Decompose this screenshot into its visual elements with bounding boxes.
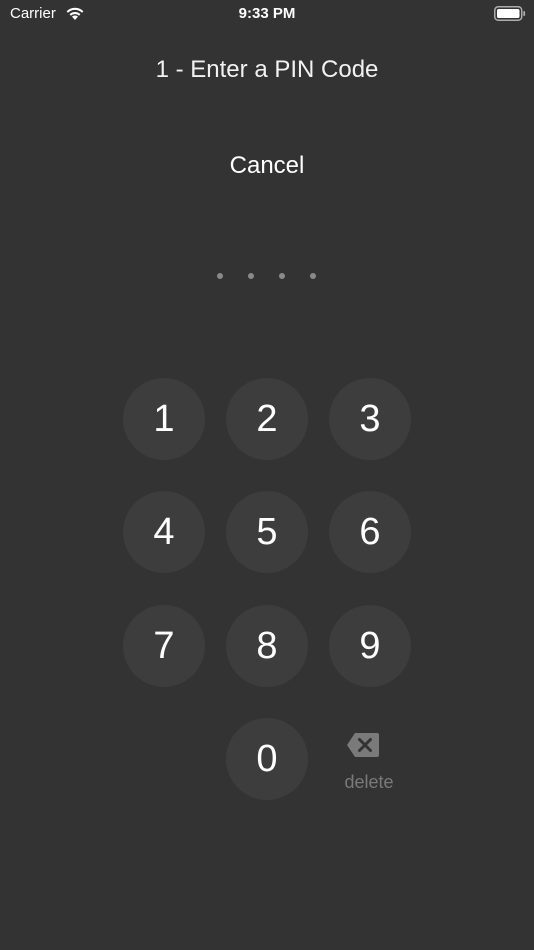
- key-6[interactable]: 6: [329, 491, 411, 573]
- key-3[interactable]: 3: [329, 378, 411, 460]
- battery-icon: [494, 6, 526, 21]
- key-label: 2: [256, 398, 278, 440]
- status-time: 9:33 PM: [238, 5, 296, 22]
- key-4[interactable]: 4: [123, 491, 205, 573]
- pin-dot: [248, 273, 254, 279]
- key-label: 5: [256, 511, 278, 553]
- key-0[interactable]: 0: [226, 718, 308, 800]
- key-8[interactable]: 8: [226, 605, 308, 687]
- key-label: 0: [256, 738, 278, 780]
- key-7[interactable]: 7: [123, 605, 205, 687]
- backspace-icon: [347, 733, 379, 757]
- status-bar: Carrier 9:33 PM: [0, 0, 534, 28]
- key-label: 4: [153, 511, 175, 553]
- delete-label: delete: [344, 772, 394, 792]
- pin-dot: [217, 273, 223, 279]
- cancel-button[interactable]: Cancel: [217, 152, 317, 180]
- key-label: 9: [359, 625, 381, 667]
- page-title: 1 - Enter a PIN Code: [155, 56, 379, 83]
- delete-button[interactable]: delete: [328, 720, 410, 802]
- pin-indicator: [0, 273, 534, 283]
- key-label: 1: [153, 398, 175, 440]
- pin-dot: [310, 273, 316, 279]
- key-9[interactable]: 9: [329, 605, 411, 687]
- key-2[interactable]: 2: [226, 378, 308, 460]
- key-label: 6: [359, 511, 381, 553]
- key-label: 8: [256, 625, 278, 667]
- key-label: 3: [359, 398, 381, 440]
- key-1[interactable]: 1: [123, 378, 205, 460]
- pin-dot: [279, 273, 285, 279]
- key-label: 7: [153, 625, 175, 667]
- key-5[interactable]: 5: [226, 491, 308, 573]
